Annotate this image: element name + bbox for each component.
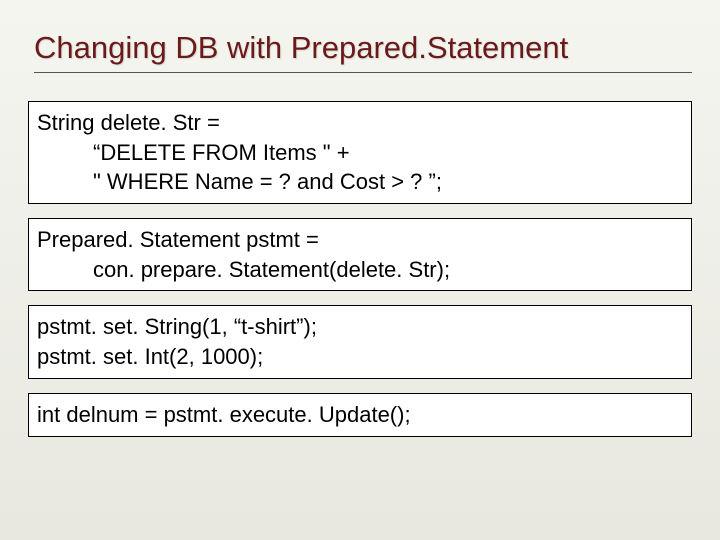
- code-line: “DELETE FROM Items " +: [37, 138, 683, 168]
- code-line: String delete. Str =: [37, 110, 220, 135]
- code-box-4: int delnum = pstmt. execute. Update();: [28, 393, 692, 437]
- code-line: " WHERE Name = ? and Cost > ? ”;: [37, 167, 683, 197]
- slide-title: Changing DB with Prepared.Statement: [34, 30, 692, 73]
- code-line: Prepared. Statement pstmt =: [37, 227, 319, 252]
- code-line: con. prepare. Statement(delete. Str);: [37, 255, 683, 285]
- code-box-1: String delete. Str = “DELETE FROM Items …: [28, 101, 692, 204]
- slide: Changing DB with Prepared.Statement Stri…: [0, 0, 720, 540]
- code-box-3: pstmt. set. String(1, “t-shirt”); pstmt.…: [28, 305, 692, 378]
- code-line: pstmt. set. Int(2, 1000);: [37, 344, 263, 369]
- code-box-2: Prepared. Statement pstmt = con. prepare…: [28, 218, 692, 291]
- code-line: int delnum = pstmt. execute. Update();: [37, 402, 411, 427]
- code-line: pstmt. set. String(1, “t-shirt”);: [37, 314, 317, 339]
